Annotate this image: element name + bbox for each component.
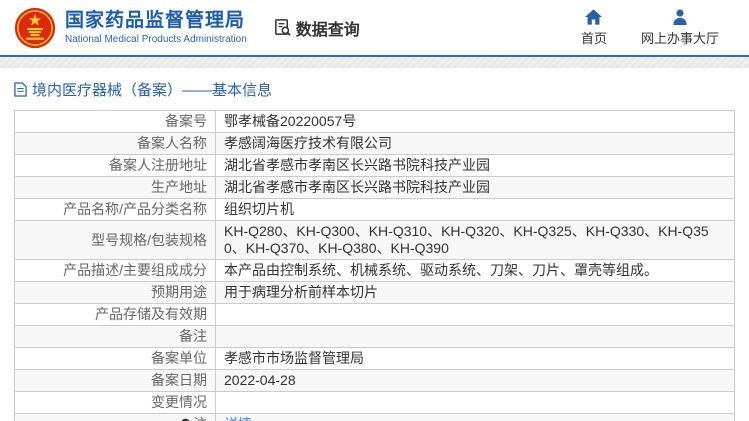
row-label: 产品名称/产品分类名称 <box>15 199 216 221</box>
row-value <box>216 326 735 348</box>
table-row: 变更情况 <box>15 392 735 414</box>
row-value: 2022-04-28 <box>216 370 735 392</box>
table-row: 备注 <box>15 326 735 348</box>
table-row-note: 注 详情 <box>15 414 735 421</box>
national-emblem-icon <box>14 7 56 49</box>
row-label: 备注 <box>15 326 216 348</box>
row-value: 本产品由控制系统、机械系统、驱动系统、刀架、刀片、罩壳等组成。 <box>216 260 735 282</box>
row-value: 组织切片机 <box>216 199 735 221</box>
row-value: 孝感市市场监督管理局 <box>216 348 735 370</box>
table-row: 生产地址湖北省孝感市孝南区长兴路书院科技产业园 <box>15 177 735 199</box>
row-value: 湖北省孝感市孝南区长兴路书院科技产业园 <box>216 177 735 199</box>
section-title-text: 境内医疗器械（备案）——基本信息 <box>32 79 272 100</box>
row-label: 备案单位 <box>15 348 216 370</box>
row-label: 生产地址 <box>15 177 216 199</box>
row-value: 湖北省孝感市孝南区长兴路书院科技产业园 <box>216 155 735 177</box>
table-row: 备案人注册地址湖北省孝感市孝南区长兴路书院科技产业园 <box>15 155 735 177</box>
document-search-icon <box>273 18 292 37</box>
row-value <box>216 392 735 414</box>
home-icon <box>585 9 602 25</box>
table-row: 产品名称/产品分类名称组织切片机 <box>15 199 735 221</box>
table-row: 型号规格/包装规格KH-Q280、KH-Q300、KH-Q310、KH-Q320… <box>15 221 735 260</box>
row-value: KH-Q280、KH-Q300、KH-Q310、KH-Q320、KH-Q325、… <box>216 221 735 260</box>
nav-home-label: 首页 <box>581 28 607 47</box>
row-label: 备案号 <box>15 111 216 133</box>
table-row: 备案人名称孝感阔海医疗技术有限公司 <box>15 133 735 155</box>
row-label: 产品描述/主要组成成分 <box>15 260 216 282</box>
top-header: 国家药品监督管理局 National Medical Products Admi… <box>0 0 749 57</box>
row-label: 备案人名称 <box>15 133 216 155</box>
table-row: 备案号鄂孝械备20220057号 <box>15 111 735 133</box>
row-value <box>216 304 735 326</box>
detail-link[interactable]: 详情 <box>224 416 252 421</box>
row-label: 产品存储及有效期 <box>15 304 216 326</box>
row-value: 孝感阔海医疗技术有限公司 <box>216 133 735 155</box>
table-row: 预期用途用于病理分析前样本切片 <box>15 282 735 304</box>
content-panel: 境内医疗器械（备案）——基本信息 备案号鄂孝械备20220057号 备案人名称孝… <box>0 68 749 421</box>
nav-service-hall-label: 网上办事大厅 <box>641 28 719 47</box>
data-query-nav[interactable]: 数据查询 <box>273 16 360 40</box>
section-title: 境内医疗器械（备案）——基本信息 <box>14 79 735 100</box>
row-label: 注 <box>193 416 207 421</box>
data-query-label: 数据查询 <box>296 16 360 40</box>
row-value: 用于病理分析前样本切片 <box>216 282 735 304</box>
nav-service-hall[interactable]: 网上办事大厅 <box>641 9 719 47</box>
table-row: 备案日期2022-04-28 <box>15 370 735 392</box>
row-label: 预期用途 <box>15 282 216 304</box>
row-label: 备案日期 <box>15 370 216 392</box>
table-row: 备案单位孝感市市场监督管理局 <box>15 348 735 370</box>
nav-home[interactable]: 首页 <box>581 9 607 47</box>
table-row: 产品描述/主要组成成分本产品由控制系统、机械系统、驱动系统、刀架、刀片、罩壳等组… <box>15 260 735 282</box>
record-detail-table: 备案号鄂孝械备20220057号 备案人名称孝感阔海医疗技术有限公司 备案人注册… <box>14 110 735 421</box>
row-value: 鄂孝械备20220057号 <box>216 111 735 133</box>
row-label: 型号规格/包装规格 <box>15 221 216 260</box>
person-icon <box>672 9 688 25</box>
brand-title-cn: 国家药品监督管理局 <box>65 10 247 32</box>
document-icon <box>14 82 27 97</box>
row-label: 变更情况 <box>15 392 216 414</box>
brand-title-en: National Medical Products Administration <box>65 34 247 46</box>
table-row: 产品存储及有效期 <box>15 304 735 326</box>
nmpa-brand[interactable]: 国家药品监督管理局 National Medical Products Admi… <box>14 7 247 49</box>
top-nav: 首页 网上办事大厅 <box>581 9 733 47</box>
row-label: 备案人注册地址 <box>15 155 216 177</box>
